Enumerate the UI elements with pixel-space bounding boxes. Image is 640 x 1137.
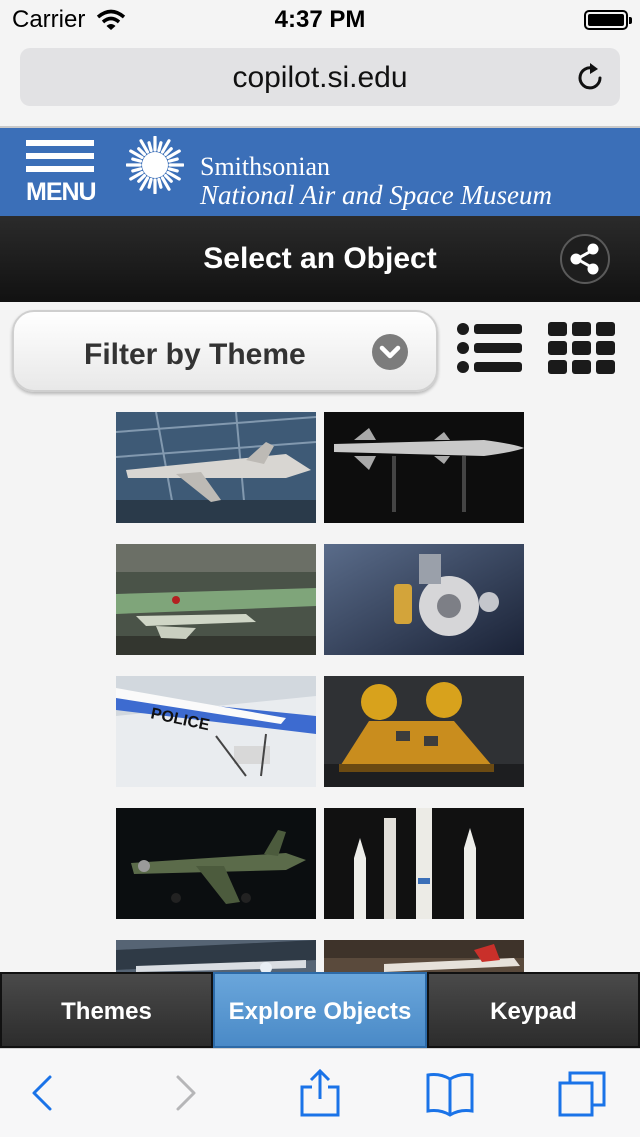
share-button[interactable] [560,234,610,284]
object-thumbnail[interactable] [116,808,316,919]
browser-toolbar [0,1048,640,1137]
filter-label: Filter by Theme [84,338,306,371]
share-sheet-icon[interactable] [294,1069,346,1117]
menu-button[interactable]: MENU [26,140,97,206]
object-thumbnail[interactable] [324,544,524,655]
filter-by-theme-dropdown[interactable]: Filter by Theme [12,310,438,392]
forward-icon[interactable] [158,1069,210,1117]
object-thumbnail[interactable] [324,676,524,787]
url-text: copilot.si.edu [232,61,408,94]
museum-header: MENU Smithsonian National Air and Space … [0,128,640,216]
reload-icon[interactable] [574,61,606,93]
clock: 4:37 PM [274,6,366,33]
title-bar: Select an Object [0,216,640,302]
object-thumbnail[interactable] [324,940,524,972]
chevron-down-icon [372,334,408,370]
address-bar[interactable]: copilot.si.edu [20,48,620,106]
smithsonian-sun-logo [126,136,184,194]
object-thumbnail[interactable] [116,412,316,523]
tab-label: Keypad [490,998,577,1025]
menu-icon [26,140,94,146]
menu-label: MENU [26,178,97,206]
tabs-icon[interactable] [556,1069,608,1117]
object-thumbnail[interactable]: POLICE [116,676,316,787]
tab-themes[interactable]: Themes [0,972,213,1048]
bookmarks-icon[interactable] [424,1069,476,1117]
tab-explore-objects[interactable]: Explore Objects [213,972,427,1048]
tab-keypad[interactable]: Keypad [427,972,640,1048]
object-thumbnail[interactable] [324,412,524,523]
status-bar: Carrier 4:37 PM [0,0,640,40]
object-thumbnail-grid: POLICE [116,412,524,972]
museum-name: National Air and Space Museum [200,180,552,210]
back-icon[interactable] [18,1069,70,1117]
object-thumbnail[interactable] [116,940,316,972]
object-thumbnail[interactable] [116,544,316,655]
grid-view-icon[interactable] [548,322,616,374]
tab-label: Themes [61,998,152,1025]
page-title: Select an Object [203,242,437,275]
brand-name: Smithsonian [200,152,331,181]
tab-label: Explore Objects [228,998,412,1025]
object-thumbnail[interactable] [324,808,524,919]
share-icon [570,243,599,275]
battery-icon [584,10,632,30]
list-view-icon[interactable] [456,322,524,374]
tab-bar: Themes Explore Objects Keypad [0,972,640,1048]
